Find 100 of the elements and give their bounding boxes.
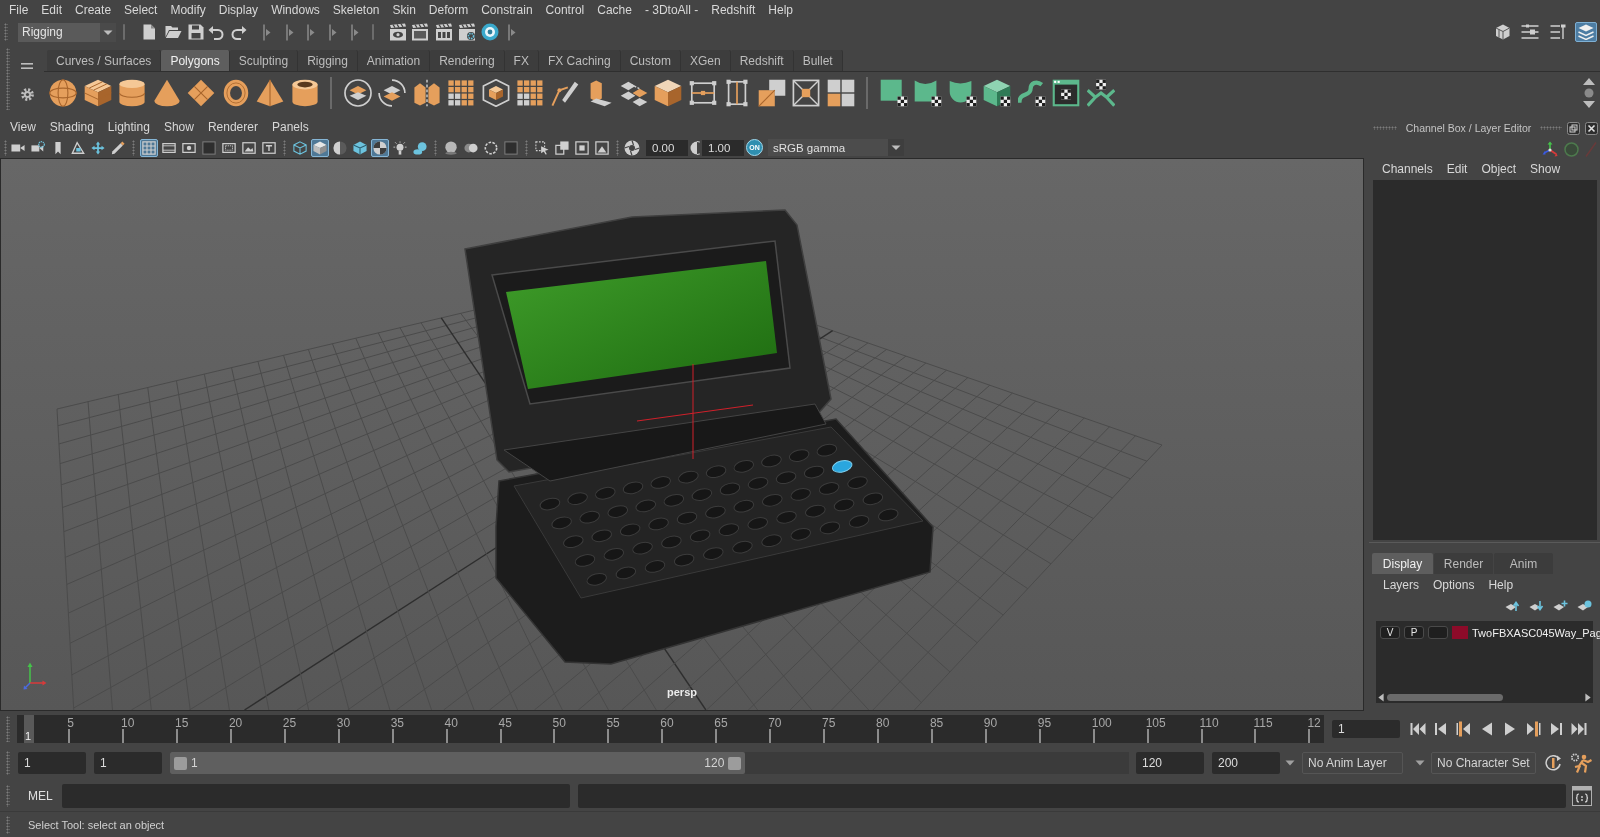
layers-circle-icon[interactable] [343,79,372,107]
caret-icon[interactable] [1285,760,1295,766]
drag-handle[interactable] [1540,126,1562,130]
skip-to-start-icon[interactable] [1408,720,1428,737]
scroll-left-icon[interactable] [1378,693,1384,702]
playback-start-field[interactable]: 1 [94,752,162,774]
folder-icon[interactable] [165,24,182,40]
cone-icon[interactable] [152,79,181,107]
menu-item[interactable]: Help [768,3,793,17]
collapse-arrow-icon[interactable] [263,23,271,41]
settings-icon[interactable] [20,87,34,101]
animation-end-field[interactable]: 200 [1212,752,1280,774]
drag-handle[interactable] [6,751,10,775]
sphere-icon[interactable] [49,79,77,107]
menu-item[interactable]: Modify [170,3,206,17]
redo-icon[interactable] [231,24,247,40]
close-icon[interactable] [1585,121,1598,135]
script-editor-icon[interactable] [1572,785,1592,806]
shelf-tab[interactable]: Polygons [161,50,230,71]
mirror-boxes-icon[interactable] [412,79,441,107]
menu-item[interactable]: Display [218,3,259,17]
drag-handle[interactable] [6,48,10,110]
wave-checker-icon[interactable] [1017,79,1046,107]
channel-box-menu[interactable]: Channels [1382,162,1433,176]
drag-handle[interactable] [6,815,10,834]
panel-menu-item[interactable]: Renderer [207,120,258,134]
range-slider-track[interactable]: 1 120 [170,752,1129,774]
command-input-field[interactable] [62,783,570,808]
cube-outline-icon[interactable] [481,79,510,107]
layer-arrow-down-icon[interactable] [1529,600,1544,612]
menu-item[interactable]: - 3DtoAll - [644,3,699,17]
layer-editor-tab[interactable]: Render [1434,553,1493,574]
layer-arrow-up-icon[interactable] [1505,600,1520,612]
collapse-arrow-icon[interactable] [286,23,294,41]
panel-menu-item[interactable]: Panels [271,120,309,134]
color-space-dropdown[interactable]: sRGB gamma [768,139,904,156]
collapse-arrow-icon[interactable] [508,23,516,41]
cube-icon[interactable] [83,79,112,107]
layers-offset-icon[interactable] [619,79,648,107]
viewport-canvas[interactable]: persp [0,158,1364,711]
channel-box-menu[interactable]: Show [1530,162,1561,176]
aperture-icon[interactable] [624,139,640,156]
menu-item[interactable]: Cache [597,3,632,17]
diamond-icon[interactable] [187,79,215,107]
auto-key-icon[interactable] [1543,754,1562,772]
target-square-icon[interactable] [792,79,820,107]
character-set-dropdown[interactable]: No Character Set [1431,752,1536,774]
caret-icon[interactable] [100,22,116,42]
collapse-arrow-icon[interactable] [329,23,337,41]
gamma-field[interactable]: 1.00 [702,139,744,156]
drag-handle[interactable] [4,23,8,41]
shelf-tab[interactable]: Rendering [430,50,505,71]
menu-item[interactable]: Skeleton [332,3,380,17]
undo-icon[interactable] [208,24,224,40]
collapse-arrow-icon[interactable] [351,23,359,41]
menu-item[interactable]: Create [75,3,112,17]
clapper-icon[interactable] [411,23,429,41]
anim-layer-dropdown[interactable]: No Anim Layer [1302,752,1403,774]
menu-item[interactable]: Edit [41,3,63,17]
shelf-tab[interactable]: Redshift [730,50,794,71]
shelf-tab[interactable]: XGen [680,50,731,71]
cube-checker-icon[interactable] [983,79,1011,107]
current-time-field[interactable]: 1 [1332,719,1400,738]
layer-dot-icon[interactable] [1577,600,1592,612]
axis-arrows-icon[interactable] [1542,141,1558,157]
cylinder-icon[interactable] [118,79,146,107]
shelf-tab[interactable]: Rigging [298,50,358,71]
playback-toggle[interactable]: P [1404,626,1424,639]
exposure-field[interactable]: 0.00 [646,139,688,156]
skip-to-end-icon[interactable] [1569,720,1589,737]
playback-end-field[interactable]: 120 [1136,752,1204,774]
drag-handle[interactable] [6,784,10,807]
channel-box-menu[interactable]: Edit [1446,162,1468,176]
layer-plus-icon[interactable] [1553,600,1568,612]
shelf-tab[interactable]: FX [504,50,539,71]
shelf-tab[interactable]: Curves / Surfaces [47,50,162,71]
caret-icon[interactable] [888,139,904,156]
layer-color-swatch[interactable] [1452,626,1468,639]
menu-item[interactable]: Constrain [481,3,533,17]
time-slider[interactable]: 1 5 10 15 20 25 30 35 40 45 50 55 60 65 70 75 80 85 90 95 100 105 110 115 12 [17,714,1324,743]
drag-handle[interactable] [6,715,10,742]
menu-set-dropdown[interactable]: Rigging [18,22,116,42]
visibility-toggle[interactable]: V [1380,626,1400,639]
grid-squares-icon[interactable] [516,79,544,107]
panel-menu-item[interactable]: Lighting [107,120,150,134]
shelf-tab[interactable]: Sculpting [229,50,299,71]
layers-arrows-icon[interactable] [378,79,406,107]
window-checker-icon[interactable] [1052,79,1080,107]
layer-editor-menu[interactable]: Options [1433,578,1475,592]
save-icon[interactable] [188,24,204,40]
layer-editor-menu[interactable]: Layers [1383,578,1420,592]
clapper-icon[interactable] [435,23,453,41]
cube-icon[interactable] [654,79,682,107]
eye-clapper-icon[interactable] [389,23,407,41]
range-slider-fill[interactable] [170,752,746,774]
split-squares-icon[interactable] [757,79,786,107]
menu-item[interactable]: Control [545,3,585,17]
panel-menu-item[interactable]: View [10,120,36,134]
scroll-arrows-icon[interactable] [1582,77,1596,109]
cross-arrows-icon[interactable] [1086,79,1115,107]
